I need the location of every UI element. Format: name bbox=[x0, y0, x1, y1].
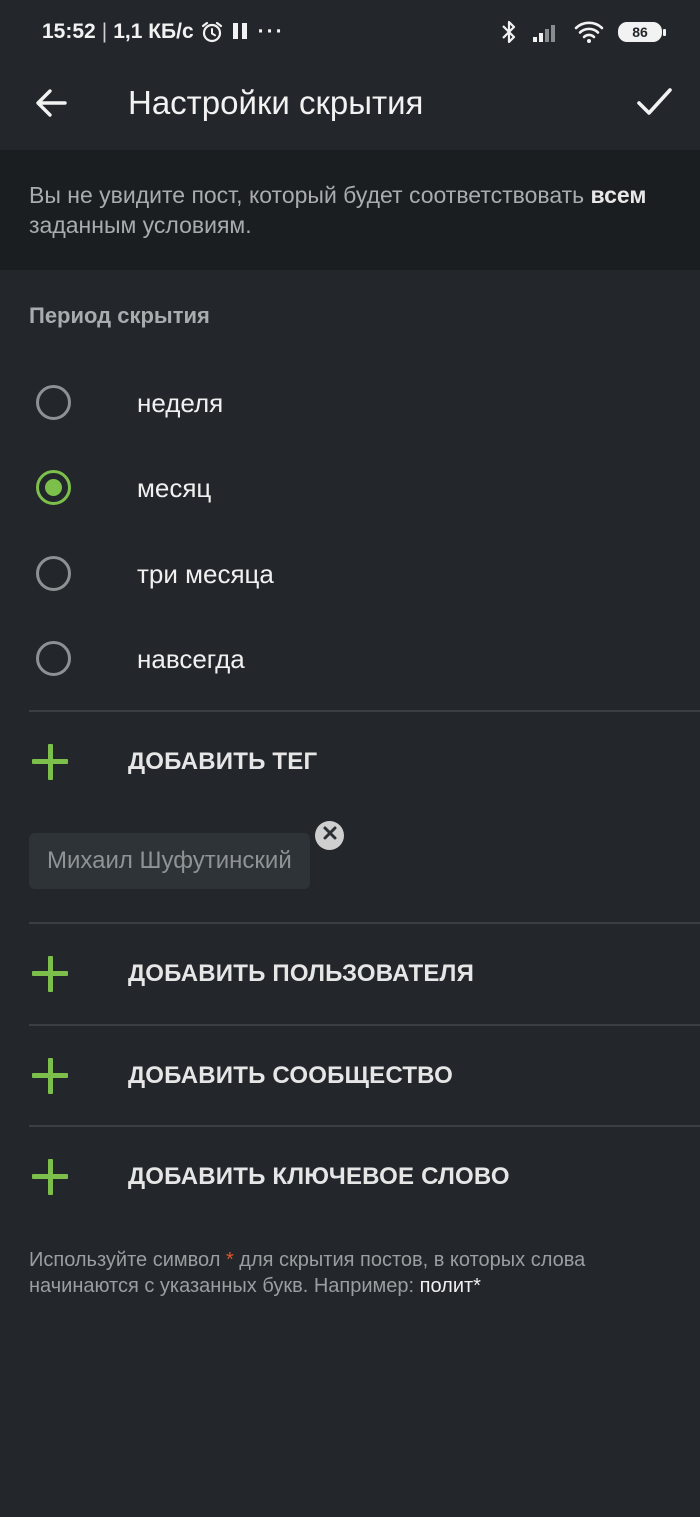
add-user-label: ДОБАВИТЬ ПОЛЬЗОВАТЕЛЯ bbox=[128, 960, 475, 987]
alarm-icon bbox=[200, 20, 224, 44]
radio-label: месяц bbox=[137, 473, 212, 503]
add-keyword-button[interactable]: ДОБАВИТЬ КЛЮЧЕВОЕ СЛОВО bbox=[0, 1127, 700, 1227]
status-network-speed: 1,1 КБ/с bbox=[113, 20, 194, 43]
signal-icon bbox=[532, 21, 560, 43]
add-community-button[interactable]: ДОБАВИТЬ СООБЩЕСТВО bbox=[0, 1026, 700, 1126]
wifi-icon bbox=[574, 20, 604, 44]
add-tag-label: ДОБАВИТЬ ТЕГ bbox=[128, 748, 318, 775]
close-icon bbox=[322, 825, 338, 846]
radio-button-checked-icon bbox=[36, 470, 71, 505]
keyword-hint: Используйте символ * для скрытия постов,… bbox=[29, 1247, 679, 1299]
status-more-icon: ··· bbox=[257, 20, 285, 43]
bluetooth-icon bbox=[500, 19, 518, 45]
tag-chip: Михаил Шуфутинский bbox=[29, 833, 310, 889]
info-bold-word: всем bbox=[590, 182, 647, 208]
checkmark-icon bbox=[634, 82, 674, 127]
add-keyword-label: ДОБАВИТЬ КЛЮЧЕВОЕ СЛОВО bbox=[128, 1163, 510, 1190]
hint-example: полит* bbox=[419, 1275, 481, 1297]
plus-icon bbox=[32, 1159, 68, 1195]
status-right: 86 bbox=[500, 18, 666, 46]
hint-star: * bbox=[225, 1249, 234, 1271]
period-heading: Период скрытия bbox=[29, 303, 210, 328]
hint-text-before: Используйте символ bbox=[29, 1249, 226, 1271]
radio-option-week[interactable]: неделя bbox=[0, 360, 700, 444]
radio-label: неделя bbox=[137, 388, 224, 418]
battery-icon: 86 bbox=[618, 22, 666, 42]
status-time: 15:52 bbox=[42, 20, 96, 43]
back-button[interactable] bbox=[26, 80, 76, 130]
pause-icon bbox=[230, 21, 252, 43]
plus-icon bbox=[32, 1058, 68, 1094]
add-community-label: ДОБАВИТЬ СООБЩЕСТВО bbox=[128, 1062, 453, 1089]
radio-label: три месяца bbox=[137, 559, 274, 589]
info-text-before: Вы не увидите пост, который будет соотве… bbox=[29, 182, 591, 208]
radio-button-unchecked-icon bbox=[36, 641, 71, 676]
plus-icon bbox=[32, 956, 68, 992]
toolbar: Настройки скрытия bbox=[0, 62, 700, 150]
radio-option-forever[interactable]: навсегда bbox=[0, 616, 700, 700]
radio-button-unchecked-icon bbox=[36, 385, 71, 420]
arrow-left-icon bbox=[34, 86, 68, 125]
info-banner: Вы не увидите пост, который будет соотве… bbox=[0, 150, 700, 270]
status-left: 15:52 | 1,1 КБ/с ··· bbox=[42, 17, 285, 47]
status-separator: | bbox=[101, 20, 108, 43]
radio-button-unchecked-icon bbox=[36, 556, 71, 591]
add-tag-button[interactable]: ДОБАВИТЬ ТЕГ bbox=[0, 712, 700, 812]
radio-label: навсегда bbox=[137, 644, 245, 674]
status-bar: 15:52 | 1,1 КБ/с ··· 86 bbox=[0, 0, 700, 62]
save-button[interactable] bbox=[628, 78, 680, 130]
info-text-after: заданным условиям. bbox=[29, 212, 252, 238]
radio-option-month[interactable]: месяц bbox=[0, 445, 700, 529]
radio-option-three-months[interactable]: три месяца bbox=[0, 531, 700, 615]
plus-icon bbox=[32, 744, 68, 780]
tag-chip-label: Михаил Шуфутинский bbox=[47, 847, 292, 874]
page-title: Настройки скрытия bbox=[128, 84, 424, 121]
add-user-button[interactable]: ДОБАВИТЬ ПОЛЬЗОВАТЕЛЯ bbox=[0, 924, 700, 1024]
remove-tag-button[interactable] bbox=[315, 821, 344, 850]
